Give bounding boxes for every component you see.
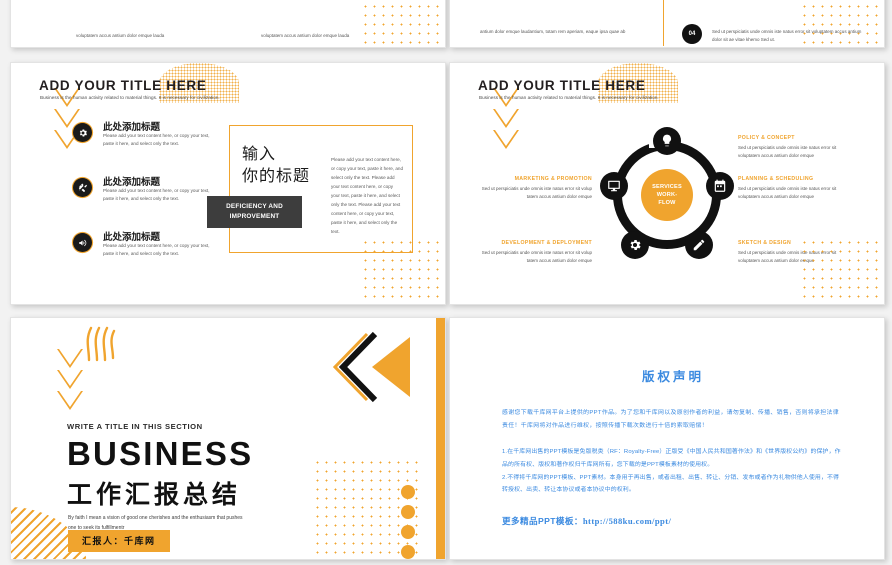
slide1-text-right: voluptatem accus antium dolor emque laud… — [261, 33, 350, 38]
panel-body-text: Please add your text content here, or co… — [331, 157, 404, 234]
slide-thumbnail-1[interactable]: voluptatem accus antium dolor emque laud… — [10, 0, 446, 48]
slide-copyright-notice[interactable]: 版权声明 感谢您下载千库网平台上提供的PPT作品。为了您和千库网以及原创作者的利… — [449, 317, 885, 560]
triangle-decoration-3 — [493, 130, 519, 149]
center-line3: FLOW — [658, 200, 676, 207]
accent-dot-4 — [401, 545, 415, 559]
label-title: PLANNING & SCHEDULING — [738, 176, 814, 182]
lightbulb-icon[interactable] — [653, 127, 681, 155]
label-body: Sed ut perspiciatis unde omnis iste natu… — [481, 250, 592, 263]
slide-services-workflow[interactable]: ADD YOUR TITLE HERE Business is the huma… — [449, 62, 885, 305]
label-body: Sed ut perspiciatis unde omnis iste natu… — [738, 186, 837, 199]
slide-subtitle: Business is the human activity related t… — [40, 95, 220, 100]
slide-subtitle: Business is the human activity related t… — [479, 95, 659, 100]
label-body: Sed ut perspiciatis unde omnis iste natu… — [738, 145, 837, 158]
gear-icon[interactable] — [621, 231, 649, 259]
workflow-label-policy: POLICY & CONCEPT Sed ut perspiciatis und… — [738, 135, 856, 160]
badge-line2: IMPROVEMENT — [229, 212, 280, 220]
label-title: SKETCH & DESIGN — [738, 240, 792, 246]
slide-board: voluptatem accus antium dolor emque laud… — [0, 0, 892, 565]
feature-body: Please add your text content here, or co… — [103, 133, 210, 147]
cover-title-en: BUSINESS — [67, 435, 254, 472]
accent-dot-3 — [401, 525, 415, 539]
copyright-paragraph-2: 1.在千库网出售的PPT模板是免版税类（RF：Royalty-Free）正版受《… — [502, 449, 841, 469]
slide2-text-left: antium dolor emque laudantium, totam rem… — [480, 29, 626, 34]
triangle-decoration-3 — [57, 391, 83, 410]
more-templates-label: 更多精品PPT模板： — [502, 516, 583, 527]
vertical-divider — [663, 0, 664, 46]
accent-dot-2 — [401, 505, 415, 519]
highlight-panel[interactable]: 输入 你的标题 Please add your text content her… — [229, 125, 413, 253]
more-templates-line[interactable]: 更多精品PPT模板：http://588ku.com/ppt/ — [502, 515, 844, 527]
badge-line1: DEFICIENCY AND — [226, 203, 283, 210]
label-body: Sed ut perspiciatis unde omnis iste natu… — [738, 250, 837, 263]
feature-heading: 此处添加标题 — [103, 122, 161, 133]
label-title: POLICY & CONCEPT — [738, 135, 795, 141]
feature-heading: 此处添加标题 — [103, 232, 161, 243]
monitor-icon[interactable] — [600, 172, 628, 200]
label-title: MARKETING & PROMOTION — [514, 176, 592, 182]
workflow-label-development: DEVELOPMENT & DEPLOYMENT Sed ut perspici… — [474, 240, 592, 265]
triangle-decoration-2 — [493, 109, 519, 128]
slide-title: ADD YOUR TITLE HERE — [478, 78, 646, 93]
copyright-paragraph-3: 2.不得将千库网的PPT模板、PPT素材。本身用于再出售，或者出租、出售、转让、… — [502, 474, 840, 494]
workflow-label-marketing: MARKETING & PROMOTION Sed ut perspiciati… — [474, 176, 592, 201]
slide-title: ADD YOUR TITLE HERE — [39, 78, 207, 93]
label-title: DEVELOPMENT & DEPLOYMENT — [501, 240, 592, 246]
workflow-center-label: SERVICES WORK- FLOW — [641, 169, 693, 221]
copyright-paragraph-1: 感谢您下载千库网平台上提供的PPT作品。为了您和千库网以及原创作者的利益，请勿复… — [502, 410, 840, 429]
calendar-icon[interactable] — [706, 172, 734, 200]
tools-icon — [73, 178, 92, 197]
gear-icon — [73, 123, 92, 142]
triangle-decoration-2 — [57, 370, 83, 389]
cover-kicker: WRITE A TITLE IN THIS SECTION — [67, 422, 203, 431]
center-line1: SERVICES — [652, 183, 682, 190]
deficiency-badge: DEFICIENCY AND IMPROVEMENT — [207, 196, 302, 228]
slide-add-your-title-list[interactable]: ADD YOUR TITLE HERE Business is the huma… — [10, 62, 446, 305]
panel-cn-line1: 输入 — [242, 146, 277, 163]
slide1-text-left: voluptatem accus antium dolor emque laud… — [76, 33, 165, 38]
slide2-text-right: Sed ut perspiciatis unde omnis iste natu… — [712, 29, 862, 43]
panel-cn-line2: 你的标题 — [242, 167, 311, 185]
workflow-label-sketch: SKETCH & DESIGN Sed ut perspiciatis unde… — [738, 240, 856, 265]
more-templates-url[interactable]: http://588ku.com/ppt/ — [583, 516, 671, 526]
feature-body: Please add your text content here, or co… — [103, 188, 210, 202]
feature-body: Please add your text content here, or co… — [103, 243, 210, 257]
workflow-label-planning: PLANNING & SCHEDULING Sed ut perspiciati… — [738, 176, 856, 201]
copyright-content: 版权声明 感谢您下载千库网平台上提供的PPT作品。为了您和千库网以及原创作者的利… — [502, 366, 844, 527]
slide-cover-business[interactable]: WRITE A TITLE IN THIS SECTION BUSINESS 工… — [10, 317, 446, 560]
solid-triangle-decoration — [372, 337, 410, 397]
right-accent-bar — [436, 318, 445, 559]
squiggle-decoration — [86, 326, 116, 362]
feature-heading: 此处添加标题 — [103, 177, 161, 188]
triangle-decoration-1 — [57, 349, 83, 368]
step-number-badge: 04 — [682, 24, 702, 44]
workflow-diagram: SERVICES WORK- FLOW — [600, 127, 734, 259]
label-body: Sed ut perspiciatis unde omnis iste natu… — [481, 186, 592, 199]
copyright-heading: 版权声明 — [641, 370, 704, 384]
megaphone-icon — [73, 233, 92, 252]
panel-cn-title: 输入 你的标题 — [242, 144, 310, 187]
pencil-icon[interactable] — [685, 231, 713, 259]
accent-dot-1 — [401, 485, 415, 499]
cover-title-cn: 工作汇报总结 — [67, 481, 242, 509]
slide-thumbnail-2[interactable]: antium dolor emque laudantium, totam rem… — [449, 0, 885, 48]
center-line2: WORK- — [656, 191, 678, 198]
